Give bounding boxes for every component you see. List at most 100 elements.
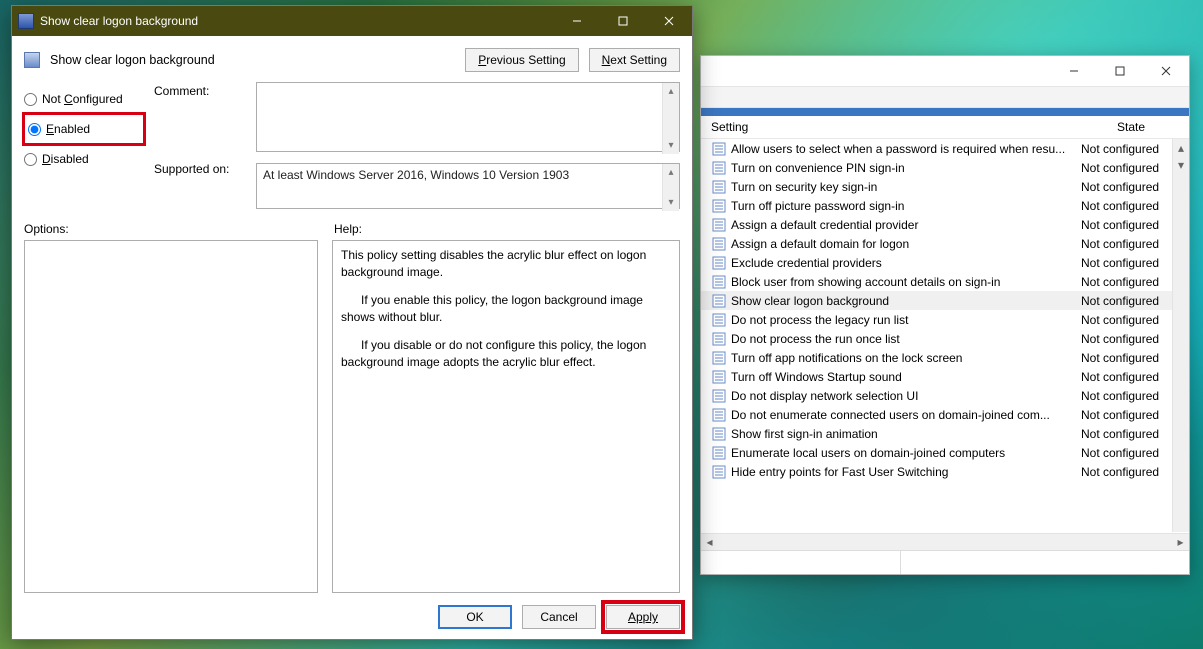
ok-button[interactable]: OK [438, 605, 512, 629]
radio-enabled[interactable]: Enabled [24, 114, 144, 144]
column-state[interactable]: State [1081, 120, 1181, 134]
help-panel: This policy setting disables the acrylic… [332, 240, 680, 593]
supported-scrollbar[interactable]: ▴▾ [662, 164, 679, 211]
policy-row[interactable]: Turn off app notifications on the lock s… [701, 348, 1189, 367]
radio-disabled-input[interactable] [24, 153, 37, 166]
policy-item-name: Assign a default domain for logon [731, 237, 1081, 251]
policy-item-state: Not configured [1081, 218, 1181, 232]
policy-row[interactable]: Turn on security key sign-inNot configur… [701, 177, 1189, 196]
help-paragraph: If you enable this policy, the logon bac… [341, 292, 671, 327]
policy-item-state: Not configured [1081, 370, 1181, 384]
scroll-down-icon[interactable]: ▾ [1173, 156, 1189, 173]
policy-item-icon [711, 465, 727, 479]
policy-item-name: Turn on convenience PIN sign-in [731, 161, 1081, 175]
policy-row[interactable]: Show clear logon backgroundNot configure… [701, 291, 1189, 310]
policy-row[interactable]: Turn off picture password sign-inNot con… [701, 196, 1189, 215]
dialog-titlebar[interactable]: Show clear logon background [12, 6, 692, 36]
policy-footer-tabs [701, 550, 1189, 574]
policy-item-state: Not configured [1081, 180, 1181, 194]
policy-row[interactable]: Hide entry points for Fast User Switchin… [701, 462, 1189, 481]
vertical-scrollbar[interactable]: ▴ ▾ [1172, 139, 1189, 532]
policy-item-state: Not configured [1081, 275, 1181, 289]
minimize-button[interactable] [1051, 56, 1097, 86]
policy-item-state: Not configured [1081, 161, 1181, 175]
policy-row[interactable]: Do not process the legacy run listNot co… [701, 310, 1189, 329]
policy-item-icon [711, 294, 727, 308]
dialog-title: Show clear logon background [40, 14, 554, 28]
policy-row[interactable]: Block user from showing account details … [701, 272, 1189, 291]
maximize-button[interactable] [1097, 56, 1143, 86]
apply-button[interactable]: Apply [606, 605, 680, 629]
dialog-close-button[interactable] [646, 6, 692, 36]
policy-item-icon [711, 218, 727, 232]
policy-item-state: Not configured [1081, 142, 1181, 156]
previous-setting-button[interactable]: Previous Setting [465, 48, 578, 72]
policy-row[interactable]: Assign a default domain for logonNot con… [701, 234, 1189, 253]
policy-item-icon [711, 389, 727, 403]
policy-item-state: Not configured [1081, 408, 1181, 422]
policy-item-name: Enumerate local users on domain-joined c… [731, 446, 1081, 460]
radio-disabled[interactable]: Disabled [24, 144, 144, 174]
policy-column-header[interactable]: Setting State [701, 116, 1189, 138]
scroll-right-icon[interactable]: ▸ [1172, 534, 1189, 550]
radio-enabled-input[interactable] [28, 123, 41, 136]
radio-not-configured-input[interactable] [24, 93, 37, 106]
policy-row[interactable]: Exclude credential providersNot configur… [701, 253, 1189, 272]
policy-item-name: Turn off app notifications on the lock s… [731, 351, 1081, 365]
policy-row[interactable]: Show first sign-in animationNot configur… [701, 424, 1189, 443]
maximize-icon [1115, 66, 1125, 76]
policy-item-state: Not configured [1081, 465, 1181, 479]
supported-label: Supported on: [154, 162, 246, 192]
policy-item-state: Not configured [1081, 351, 1181, 365]
help-paragraph: If you disable or do not configure this … [341, 337, 671, 372]
close-button[interactable] [1143, 56, 1189, 86]
policy-item-name: Turn on security key sign-in [731, 180, 1081, 194]
policy-row[interactable]: Allow users to select when a password is… [701, 139, 1189, 158]
policy-item-icon [711, 275, 727, 289]
policy-row[interactable]: Enumerate local users on domain-joined c… [701, 443, 1189, 462]
policy-item-icon [711, 408, 727, 422]
policy-item-name: Do not enumerate connected users on doma… [731, 408, 1081, 422]
policy-item-state: Not configured [1081, 332, 1181, 346]
column-setting[interactable]: Setting [711, 120, 1081, 134]
policy-item-state: Not configured [1081, 294, 1181, 308]
policy-row[interactable]: Do not display network selection UINot c… [701, 386, 1189, 405]
policy-row[interactable]: Turn off Windows Startup soundNot config… [701, 367, 1189, 386]
policy-item-icon [711, 199, 727, 213]
policy-item-icon [711, 370, 727, 384]
policy-item-name: Do not process the legacy run list [731, 313, 1081, 327]
dialog-minimize-button[interactable] [554, 6, 600, 36]
policy-item-state: Not configured [1081, 256, 1181, 270]
policy-item-icon [711, 332, 727, 346]
policy-item-name: Turn off Windows Startup sound [731, 370, 1081, 384]
cancel-button[interactable]: Cancel [522, 605, 596, 629]
policy-settings-dialog: Show clear logon background Show clear l… [11, 5, 693, 640]
supported-on-text [256, 163, 680, 209]
scroll-up-icon[interactable]: ▴ [1173, 139, 1189, 156]
policy-item-name: Show first sign-in animation [731, 427, 1081, 441]
state-radio-group: Not Configured Enabled Disabled [24, 82, 144, 212]
policy-titlebar[interactable] [701, 56, 1189, 86]
policy-list[interactable]: Allow users to select when a password is… [701, 138, 1189, 550]
scroll-down-icon: ▾ [663, 194, 679, 211]
policy-item-name: Do not process the run once list [731, 332, 1081, 346]
scroll-left-icon[interactable]: ◂ [701, 534, 718, 550]
help-label: Help: [334, 222, 362, 236]
policy-row[interactable]: Do not process the run once listNot conf… [701, 329, 1189, 348]
policy-item-icon [711, 256, 727, 270]
policy-row[interactable]: Do not enumerate connected users on doma… [701, 405, 1189, 424]
policy-item-icon [711, 142, 727, 156]
policy-row[interactable]: Turn on convenience PIN sign-inNot confi… [701, 158, 1189, 177]
comment-label: Comment: [154, 84, 246, 114]
horizontal-scrollbar[interactable]: ◂ ▸ [701, 533, 1189, 550]
comment-scrollbar[interactable]: ▴▾ [662, 83, 679, 154]
scroll-thumb[interactable] [718, 534, 1172, 550]
footer-tab[interactable] [701, 551, 901, 574]
next-setting-button[interactable]: Next Setting [589, 48, 680, 72]
policy-item-name: Block user from showing account details … [731, 275, 1081, 289]
radio-not-configured[interactable]: Not Configured [24, 84, 144, 114]
policy-item-icon [711, 351, 727, 365]
policy-row[interactable]: Assign a default credential providerNot … [701, 215, 1189, 234]
dialog-maximize-button[interactable] [600, 6, 646, 36]
comment-textarea[interactable] [256, 82, 680, 152]
